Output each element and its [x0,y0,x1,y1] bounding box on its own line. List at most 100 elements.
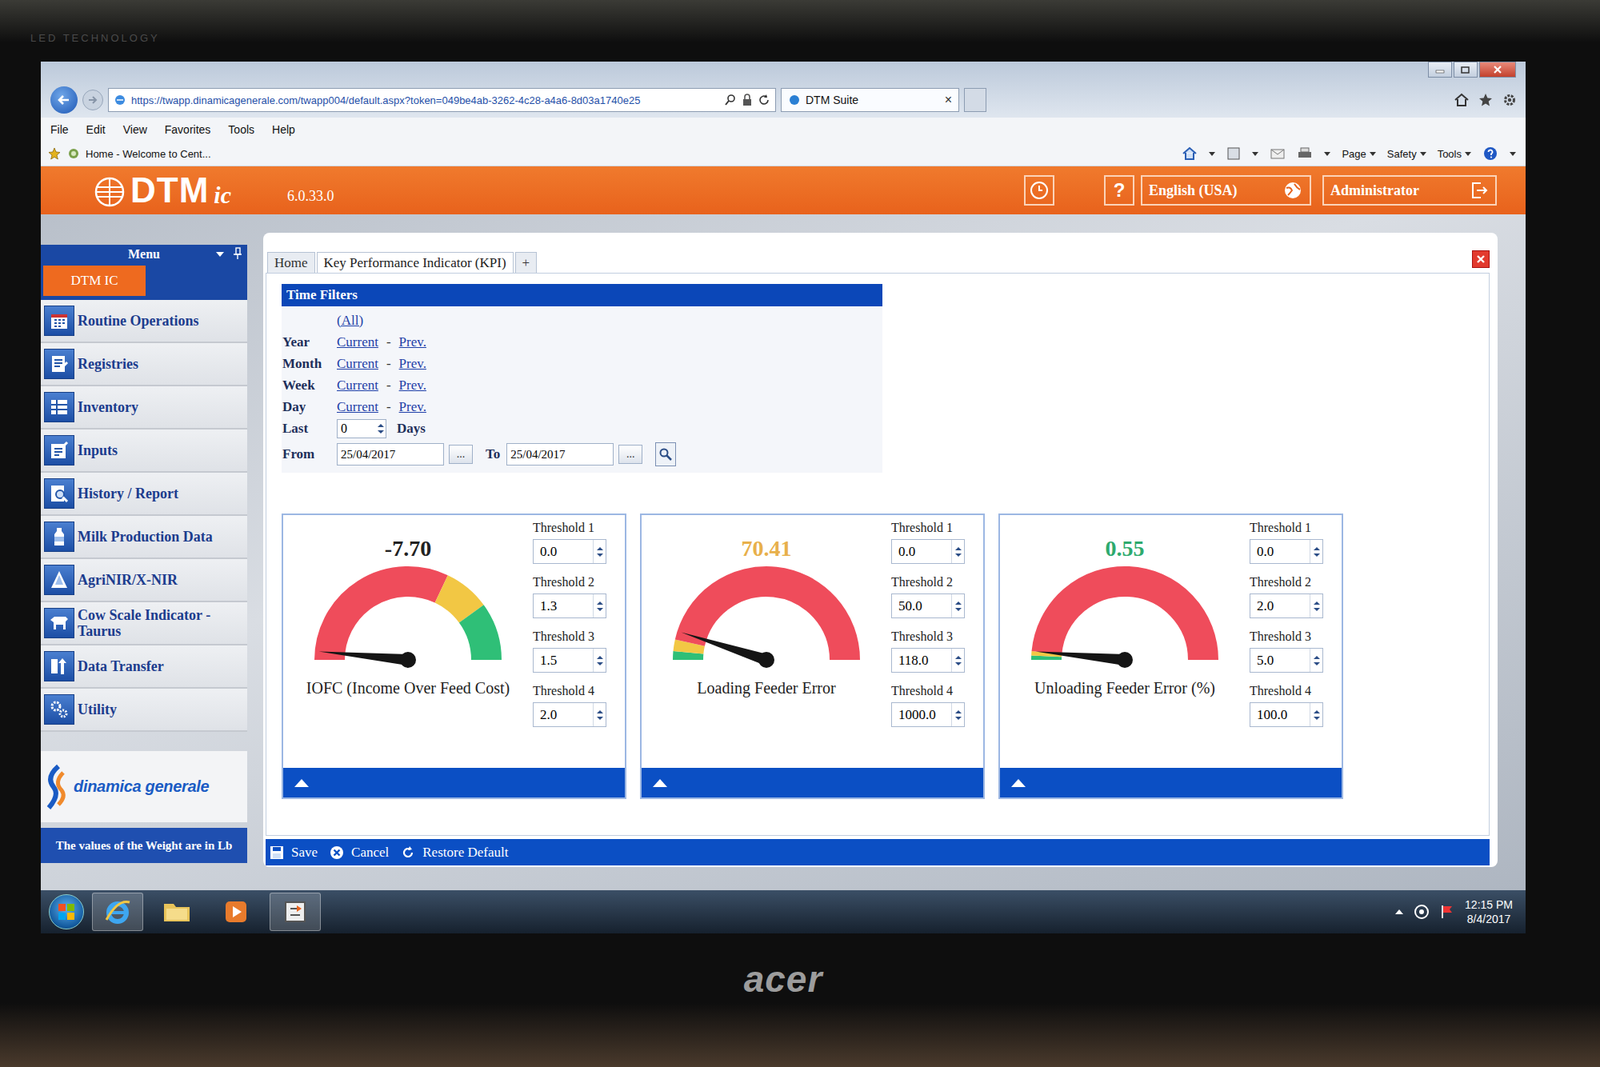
clock[interactable]: 12:15 PM8/4/2017 [1464,897,1513,927]
spinner-icon[interactable] [376,421,386,436]
feeds-icon[interactable] [1226,146,1241,161]
spinner-icon[interactable] [595,653,605,668]
prev-link[interactable]: Prev. [399,377,427,394]
refresh-icon[interactable] [757,93,771,107]
help-icon[interactable] [1482,145,1499,162]
footer-button[interactable]: Cancel [328,844,389,861]
spinner-icon[interactable] [1312,653,1322,668]
pin-icon[interactable] [232,247,243,260]
new-tab-button[interactable] [964,88,987,112]
threshold-input[interactable]: 0.0 [1249,539,1324,564]
menu-item[interactable]: View [123,123,148,136]
footer-button[interactable]: Restore Default [400,844,508,861]
spinner-icon[interactable] [595,544,605,560]
threshold-input[interactable]: 2.0 [1249,593,1324,619]
address-bar[interactable]: https://twapp.dinamicagenerale.com/twapp… [108,88,776,112]
sidebar-item[interactable]: Cow Scale Indicator - Taurus [40,602,248,646]
sidebar-item[interactable]: AgriNIR/X-NIR [40,559,248,603]
threshold-input[interactable]: 5.0 [1249,648,1324,673]
tab[interactable]: Key Performance Indicator (KPI) [316,252,514,273]
sidebar-item[interactable]: Inventory [40,386,248,430]
language-selector[interactable]: English (USA) [1140,175,1312,206]
collapse-icon[interactable] [651,777,669,789]
sidebar-item[interactable]: Milk Production Data [40,516,248,560]
tab[interactable]: + [515,252,538,273]
spinner-icon[interactable] [953,544,964,560]
sidebar-item[interactable]: Routine Operations [40,300,248,344]
threshold-input[interactable]: 1.5 [532,648,607,673]
threshold-input[interactable]: 0.0 [532,539,607,564]
search-button[interactable] [655,442,676,467]
threshold-input[interactable]: 50.0 [891,593,965,619]
taskbar-app[interactable] [210,892,262,932]
user-menu[interactable]: Administrator [1322,175,1497,206]
spinner-icon[interactable] [953,599,964,614]
flag-icon[interactable] [1439,904,1456,920]
footer-button[interactable]: Save [268,844,318,861]
taskbar-app[interactable] [269,892,321,932]
sidebar-item[interactable]: Data Transfer [40,645,248,689]
all-link[interactable]: (All) [336,312,364,329]
prev-link[interactable]: Prev. [399,334,427,351]
dropdown-icon[interactable] [215,247,225,260]
collapse-icon[interactable] [1009,777,1028,789]
menu-item[interactable]: Edit [86,123,106,136]
spinner-icon[interactable] [1312,708,1322,723]
clock-button[interactable] [1024,175,1055,206]
current-link[interactable]: Current [336,377,379,394]
spinner-icon[interactable] [595,708,605,723]
menu-item[interactable]: File [50,123,69,136]
from-date-input[interactable]: 25/04/2017 [336,443,444,466]
home-icon[interactable] [1453,92,1470,108]
to-picker-button[interactable]: ... [618,444,643,464]
favorites-star-icon[interactable] [1477,92,1494,108]
current-link[interactable]: Current [336,356,379,372]
spinner-icon[interactable] [595,599,605,614]
maximize-button[interactable] [1453,61,1478,78]
print-icon[interactable] [1296,146,1313,161]
threshold-input[interactable]: 2.0 [532,702,607,728]
from-picker-button[interactable]: ... [448,444,473,464]
last-days-input[interactable]: 0 [336,419,387,439]
mail-icon[interactable] [1269,147,1286,160]
spinner-icon[interactable] [1312,544,1322,560]
network-icon[interactable] [1413,904,1430,920]
menu-item[interactable]: Help [272,123,296,136]
threshold-input[interactable]: 100.0 [1249,702,1324,728]
start-button[interactable] [48,894,84,930]
favorites-icon[interactable] [47,146,62,161]
favorite-link[interactable]: Home - Welcome to Cent... [85,148,212,160]
sidebar-item[interactable]: Inputs [40,429,248,473]
threshold-input[interactable]: 1.3 [532,593,607,619]
current-link[interactable]: Current [336,399,379,416]
settings-gear-icon[interactable] [1501,92,1518,108]
command-button[interactable]: Tools [1437,148,1472,160]
taskbar-app[interactable] [151,892,203,932]
prev-link[interactable]: Prev. [399,356,427,372]
sidebar-item[interactable]: Registries [40,343,248,387]
collapse-icon[interactable] [292,777,311,789]
close-panel-button[interactable] [1472,250,1490,268]
spinner-icon[interactable] [953,708,964,723]
show-hidden-icon[interactable] [1394,908,1404,916]
spinner-icon[interactable] [953,653,964,668]
threshold-input[interactable]: 0.0 [891,539,965,564]
tab[interactable]: Home [267,252,316,273]
command-button[interactable]: Page [1341,148,1376,160]
taskbar-app[interactable] [92,892,144,932]
back-button[interactable] [50,86,78,114]
current-link[interactable]: Current [336,334,379,351]
threshold-input[interactable]: 1000.0 [891,702,965,728]
prev-link[interactable]: Prev. [399,399,427,416]
tab-close-button[interactable]: × [944,92,952,108]
search-icon[interactable] [724,93,737,107]
browser-tab[interactable]: DTM Suite× [780,88,960,112]
command-button[interactable]: Safety [1387,148,1427,160]
spinner-icon[interactable] [1312,599,1322,614]
menu-item[interactable]: Favorites [164,123,212,136]
sidebar-item[interactable]: Utility [40,688,248,732]
minimize-button[interactable] [1428,61,1452,78]
forward-button[interactable] [82,89,104,111]
to-date-input[interactable]: 25/04/2017 [506,443,614,466]
module-button[interactable]: DTM IC [43,265,146,296]
